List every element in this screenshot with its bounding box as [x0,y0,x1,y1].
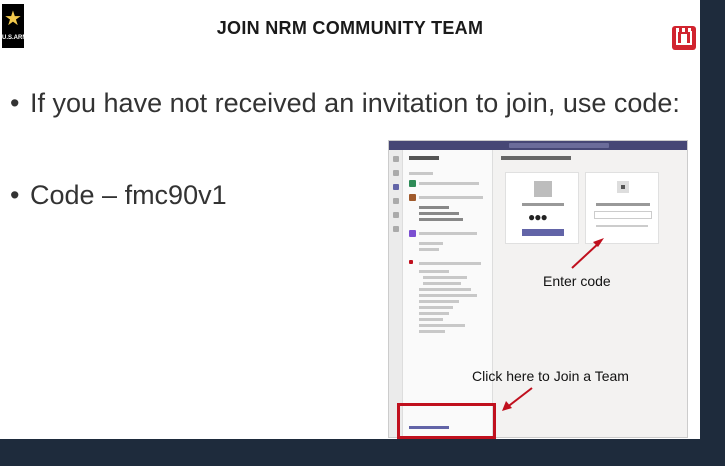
teams-join-panel: ●●● [493,150,687,437]
team-code-input[interactable] [594,211,652,219]
bullet-dot: • [10,88,20,118]
join-team-highlight-box [397,403,496,439]
create-team-card[interactable]: ●●● [505,172,579,244]
slide-title: JOIN NRM COMMUNITY TEAM [216,18,484,38]
usace-castle-icon [672,26,696,50]
teams-list-panel [403,150,493,437]
enter-code-label: Enter code [543,273,611,289]
teams-screenshot: ●●● [388,140,688,438]
slide: ★ U.S.ARMY JOIN NRM COMMUNITY TEAM • If … [0,0,700,439]
bullet-dot: • [10,180,20,210]
join-with-code-card[interactable] [585,172,659,244]
teams-app-rail [389,150,403,437]
join-team-label: Click here to Join a Team [472,368,629,384]
bullet-text: If you have not received an invitation t… [30,88,680,118]
teams-title-bar [389,141,687,150]
teams-search-bar [509,143,609,148]
